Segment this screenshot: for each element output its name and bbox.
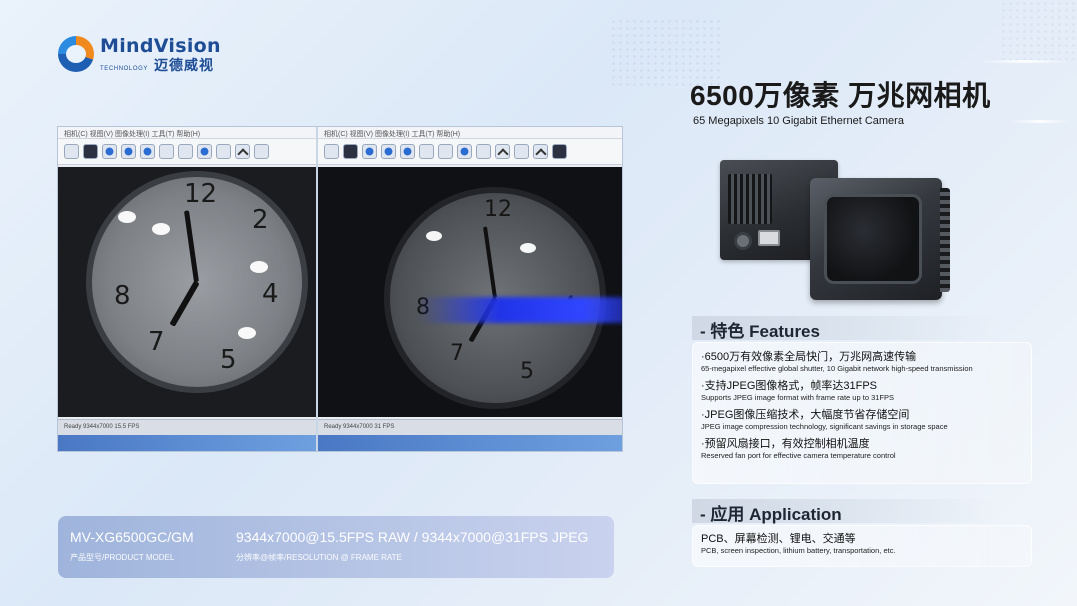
application-text-cn: PCB、屏幕检测、锂电、交通等 (701, 533, 856, 545)
feature-text-en: JPEG image compression technology, signi… (701, 422, 948, 431)
play-icon (102, 144, 117, 159)
zoom-out-icon (178, 144, 193, 159)
feature-text-cn: ·JPEG图像压缩技术，大幅度节省存储空间 (701, 409, 910, 421)
collapse-icon (235, 144, 250, 159)
pause-icon (381, 144, 396, 159)
mindvision-logo-icon (58, 36, 94, 72)
minute-hand (482, 226, 497, 299)
clock-numeral: 2 (252, 205, 269, 235)
save-icon (83, 144, 98, 159)
clock-numeral: 5 (520, 359, 534, 384)
glare-spot (152, 223, 170, 235)
application-header: - 应用 Application (692, 499, 1032, 524)
viewer-toolbar (318, 139, 622, 165)
light-streak-decoration (1010, 120, 1070, 123)
zoom-in-icon (159, 144, 174, 159)
application-text-en: PCB, screen inspection, lithium battery,… (701, 546, 896, 555)
demo-software-screenshot: 相机(C) 视图(V) 图像处理(I) 工具(T) 帮助(H) 12 2 8 7… (57, 126, 623, 452)
resolution-framerate-label: 分辨率@帧率/RESOLUTION @ FRAME RATE (236, 553, 402, 562)
clock-numeral: 5 (220, 345, 237, 375)
feature-item: ·JPEG图像压缩技术，大幅度节省存储空间 JPEG image compres… (701, 409, 1023, 431)
menubar: 相机(C) 视图(V) 图像处理(I) 工具(T) 帮助(H) (318, 127, 622, 139)
play-icon (362, 144, 377, 159)
monitor-icon (197, 144, 212, 159)
zoom-in-icon (419, 144, 434, 159)
snapshot-icon (64, 144, 79, 159)
camera-front-body (810, 178, 950, 300)
page-title-en: 65 Megapixels 10 Gigabit Ethernet Camera (693, 115, 904, 127)
glare-spot (250, 261, 268, 273)
clock-numeral: 8 (114, 281, 131, 311)
features-header: - 特色 Features (692, 316, 1032, 341)
glare-spot (520, 243, 536, 253)
taskbar (58, 435, 316, 451)
live-image-right: 12 8 7 4 5 (318, 167, 622, 417)
product-model: MV-XG6500GC/GM (70, 529, 194, 545)
settings-icon (216, 144, 231, 159)
application-item: PCB、屏幕检测、锂电、交通等 PCB, screen inspection, … (701, 533, 1023, 555)
feature-item: ·6500万有效像素全局快门，万兆网高速传输 65-megapixel effe… (701, 351, 1023, 373)
collapse-icon (495, 144, 510, 159)
dot-pattern-decoration (1000, 0, 1077, 60)
feature-text-cn: ·6500万有效像素全局快门，万兆网高速传输 (701, 351, 917, 363)
live-image-left: 12 2 8 7 4 5 (58, 167, 316, 417)
taskbar (318, 435, 622, 451)
brand-name-cn: 迈德威视 (154, 56, 215, 73)
product-model-label: 产品型号/PRODUCT MODEL (70, 553, 175, 562)
wall-clock-image: 12 2 8 7 4 5 (86, 171, 308, 393)
collapse-icon (533, 144, 548, 159)
camera-product-image (716, 152, 950, 302)
display-icon (552, 144, 567, 159)
blue-light-streak (418, 297, 622, 323)
ethernet-port (758, 230, 780, 246)
glare-spot (118, 211, 136, 223)
brand-tagline: TECHNOLOGY (100, 65, 149, 72)
status-bar: Ready 9344x7000 15.5 FPS (58, 419, 316, 435)
features-panel: ·6500万有效像素全局快门，万兆网高速传输 65-megapixel effe… (692, 342, 1032, 484)
clock-numeral: 12 (184, 179, 218, 209)
glare-spot (238, 327, 256, 339)
monitor-icon (457, 144, 472, 159)
viewer-window-left: 相机(C) 视图(V) 图像处理(I) 工具(T) 帮助(H) 12 2 8 7… (58, 127, 316, 451)
snapshot-icon (324, 144, 339, 159)
ruler-icon (514, 144, 529, 159)
power-connector (734, 232, 752, 250)
feature-item: ·预留风扇接口，有效控制相机温度 Reserved fan port for e… (701, 438, 1023, 460)
light-streak-decoration (980, 60, 1070, 63)
ruler-icon (254, 144, 269, 159)
status-bar: Ready 9344x7000 31 FPS (318, 419, 622, 435)
clock-numeral: 12 (484, 197, 512, 222)
stop-icon (400, 144, 415, 159)
menubar: 相机(C) 视图(V) 图像处理(I) 工具(T) 帮助(H) (58, 127, 316, 139)
viewer-window-right: 相机(C) 视图(V) 图像处理(I) 工具(T) 帮助(H) 12 8 7 4… (318, 127, 622, 451)
feature-text-en: Supports JPEG image format with frame ra… (701, 393, 895, 402)
cooling-fins (728, 174, 772, 224)
application-panel: PCB、屏幕检测、锂电、交通等 PCB, screen inspection, … (692, 525, 1032, 567)
feature-text-cn: ·预留风扇接口，有效控制相机温度 (701, 438, 870, 450)
pause-icon (121, 144, 136, 159)
lens-mount (824, 194, 922, 284)
resolution-framerate: 9344x7000@15.5FPS RAW / 9344x7000@31FPS … (236, 529, 589, 545)
clock-numeral: 7 (148, 327, 165, 357)
viewer-toolbar (58, 139, 316, 165)
zoom-out-icon (438, 144, 453, 159)
feature-text-en: 65-megapixel effective global shutter, 1… (701, 364, 973, 373)
clock-numeral: 4 (262, 279, 279, 309)
settings-icon (476, 144, 491, 159)
feature-text-cn: ·支持JPEG图像格式，帧率达31FPS (701, 380, 878, 392)
feature-text-en: Reserved fan port for effective camera t… (701, 451, 896, 460)
spec-bar: MV-XG6500GC/GM 产品型号/PRODUCT MODEL 9344x7… (58, 516, 614, 578)
brand-logo: MindVision TECHNOLOGY 迈德威视 (58, 36, 221, 72)
feature-item: ·支持JPEG图像格式，帧率达31FPS Supports JPEG image… (701, 380, 1023, 402)
minute-hand (184, 210, 199, 283)
clock-numeral: 7 (450, 341, 464, 366)
page-title-cn: 6500万像素 万兆网相机 (690, 80, 991, 111)
stop-icon (140, 144, 155, 159)
hour-hand (169, 280, 200, 327)
save-icon (343, 144, 358, 159)
brand-name-en: MindVision (100, 34, 221, 57)
glare-spot (426, 231, 442, 241)
